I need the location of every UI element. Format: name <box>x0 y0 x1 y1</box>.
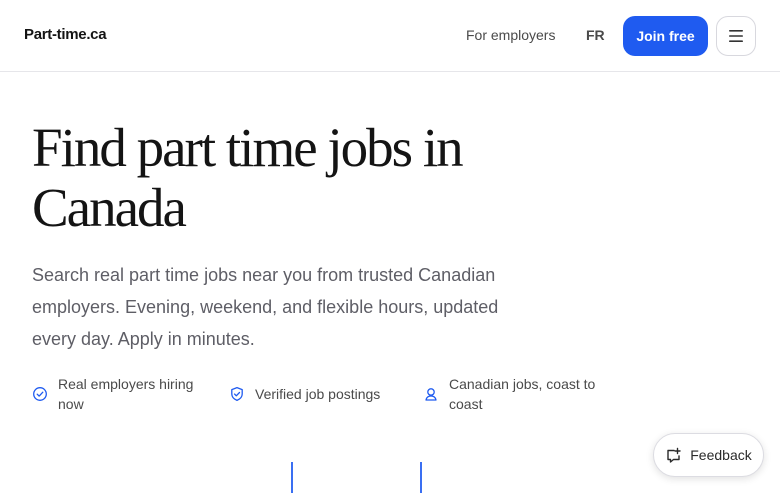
feature-item-verified: Verified job postings <box>229 384 409 404</box>
site-logo[interactable]: Part-time.ca <box>24 26 107 43</box>
feature-item-real-employers: Real employers hiring now <box>32 374 207 414</box>
decorative-line <box>420 462 422 493</box>
check-badge-icon <box>33 387 47 401</box>
page-title: Find part time jobs in Canada <box>32 117 464 238</box>
decorative-line <box>291 462 293 493</box>
feature-item-canadian: Canadian jobs, coast to coast <box>423 374 608 414</box>
feature-list: Real employers hiring now Verified job p… <box>32 375 632 419</box>
site-header: Part-time.ca For employers FR Join free <box>0 0 780 72</box>
menu-button[interactable] <box>716 16 756 56</box>
hamburger-menu-icon <box>729 30 743 42</box>
feedback-label: Feedback <box>690 447 752 463</box>
feedback-button[interactable]: Feedback <box>653 433 764 477</box>
feature-text: Canadian jobs, coast to coast <box>449 376 596 412</box>
shield-check-icon <box>231 386 243 402</box>
language-toggle-link[interactable]: FR <box>586 27 605 43</box>
feature-text: Real employers hiring now <box>58 376 194 412</box>
hero-subtitle: Search real part time jobs near you from… <box>32 265 499 349</box>
nav-for-employers-link[interactable]: For employers <box>466 27 555 43</box>
feedback-chat-icon <box>667 447 681 463</box>
feature-text: Verified job postings <box>255 386 381 402</box>
join-free-button[interactable]: Join free <box>623 16 708 56</box>
person-location-icon <box>425 388 437 401</box>
